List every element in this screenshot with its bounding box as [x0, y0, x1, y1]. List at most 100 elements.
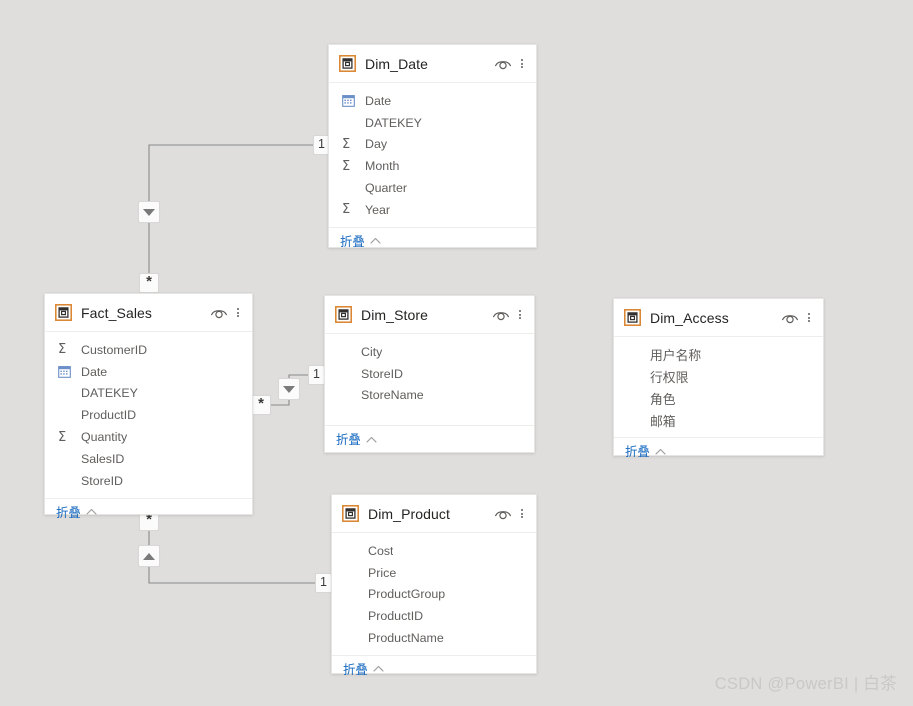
hide-eye-icon[interactable]: [491, 306, 511, 324]
field-label: DATEKEY: [81, 386, 138, 401]
cardinality-many-badge[interactable]: *: [251, 395, 271, 415]
field-label: StoreID: [81, 473, 124, 488]
field-row[interactable]: 行权限: [614, 366, 823, 388]
table-header[interactable]: Dim_Product: [332, 495, 536, 533]
field-row[interactable]: Σ Day: [329, 134, 536, 156]
hide-eye-icon[interactable]: [493, 505, 513, 523]
filter-direction-down-icon[interactable]: [278, 378, 300, 400]
field-row[interactable]: ProductID: [45, 404, 252, 426]
table-header[interactable]: Fact_Sales: [45, 294, 252, 332]
hide-eye-icon: [495, 61, 511, 70]
table-icon: [335, 306, 352, 323]
field-row[interactable]: 邮箱: [614, 409, 823, 431]
field-row[interactable]: Date: [329, 90, 536, 112]
field-row[interactable]: Date: [45, 361, 252, 383]
cardinality-one-badge[interactable]: 1: [315, 573, 332, 593]
filter-direction-down-icon[interactable]: [138, 201, 160, 223]
collapse-label: 折叠: [340, 234, 365, 249]
field-row[interactable]: 用户名称: [614, 344, 823, 366]
field-row[interactable]: ProductID: [332, 605, 536, 627]
collapse-row[interactable]: 折叠: [329, 226, 536, 254]
field-label: StoreID: [361, 366, 404, 381]
sigma-icon: Σ: [342, 202, 351, 218]
collapse-label: 折叠: [336, 433, 361, 447]
sigma-icon: Σ: [342, 158, 351, 174]
table-card-dim-store[interactable]: Dim_Store City StoreID StoreName 折叠: [324, 295, 535, 453]
field-list: Σ CustomerID Date DATEKEY ProductID Σ Qu…: [45, 332, 252, 498]
collapse-label: 折叠: [343, 662, 368, 677]
field-row[interactable]: DATEKEY: [45, 383, 252, 405]
watermark: CSDN @PowerBI | 白茶: [714, 675, 897, 693]
field-label: Date: [81, 364, 108, 379]
table-title: Dim_Store: [361, 306, 429, 323]
field-label: Cost: [368, 543, 394, 558]
calendar-icon: [58, 365, 73, 379]
relationship-line-rel-product-sales[interactable]: [148, 523, 331, 584]
field-row[interactable]: SalesID: [45, 448, 252, 470]
hide-eye-icon[interactable]: [493, 55, 513, 73]
field-label: Quantity: [81, 430, 128, 445]
chevron-up-icon: [366, 436, 377, 443]
field-row[interactable]: ProductGroup: [332, 584, 536, 606]
field-row[interactable]: Σ Quantity: [45, 426, 252, 448]
chevron-up-icon: [370, 238, 381, 244]
table-header[interactable]: Dim_Access: [614, 299, 823, 337]
more-options-icon[interactable]: [513, 306, 527, 324]
collapse-row[interactable]: 折叠: [325, 425, 534, 452]
table-card-dim-access[interactable]: Dim_Access 用户名称 行权限 角色 邮箱 折叠: [613, 298, 824, 459]
table-header[interactable]: Dim_Date: [329, 45, 536, 83]
field-row[interactable]: StoreID: [325, 363, 534, 385]
table-title: Fact_Sales: [81, 304, 153, 321]
cardinality-many-badge[interactable]: *: [139, 273, 159, 293]
table-card-dim-product[interactable]: Dim_Product Cost Price ProductGroup Prod…: [331, 494, 537, 677]
calendar-icon: [342, 94, 357, 108]
field-label: 用户名称: [650, 348, 702, 364]
sigma-icon: Σ: [58, 429, 67, 445]
collapse-row[interactable]: 折叠: [332, 654, 536, 682]
table-title: Dim_Product: [368, 505, 451, 522]
filter-direction-up-icon[interactable]: [138, 545, 160, 567]
more-options-icon[interactable]: [515, 55, 529, 73]
field-list: 用户名称 行权限 角色 邮箱: [614, 337, 823, 437]
table-card-dim-date[interactable]: Dim_Date Date DATEKEY Σ Day Σ Month Quar…: [328, 44, 537, 249]
collapse-label: 折叠: [56, 505, 81, 520]
field-label: Quarter: [365, 181, 408, 196]
field-row[interactable]: Σ CustomerID: [45, 339, 252, 361]
table-icon: [55, 304, 72, 321]
field-row[interactable]: Quarter: [329, 177, 536, 199]
table-icon: [624, 309, 641, 326]
field-row[interactable]: Σ Year: [329, 199, 536, 221]
field-row[interactable]: City: [325, 341, 534, 363]
table-title: Dim_Date: [365, 55, 429, 72]
chevron-up-icon: [655, 448, 666, 455]
field-label: StoreName: [361, 388, 424, 403]
field-label: Year: [365, 202, 391, 217]
field-label: ProductGroup: [368, 587, 446, 602]
more-options-icon[interactable]: [515, 505, 529, 523]
hide-eye-icon[interactable]: [780, 309, 800, 327]
more-options-icon[interactable]: [231, 304, 245, 322]
table-card-fact-sales[interactable]: Fact_Sales Σ CustomerID Date DATEKEY Pro…: [44, 293, 253, 520]
field-row[interactable]: ProductName: [332, 627, 536, 649]
collapse-row[interactable]: 折叠: [614, 437, 823, 464]
field-label: CustomerID: [81, 342, 148, 357]
cardinality-one-badge[interactable]: 1: [308, 365, 325, 385]
collapse-row[interactable]: 折叠: [45, 497, 252, 525]
calendar-icon: [58, 366, 71, 379]
relationship-line-rel-date-sales[interactable]: [148, 144, 328, 285]
hide-eye-icon: [211, 310, 227, 319]
hide-eye-icon[interactable]: [209, 304, 229, 322]
field-row[interactable]: Price: [332, 562, 536, 584]
field-row[interactable]: Cost: [332, 540, 536, 562]
field-row[interactable]: 角色: [614, 388, 823, 410]
field-list: Date DATEKEY Σ Day Σ Month Quarter Σ Yea…: [329, 83, 536, 227]
model-diagram-canvas[interactable]: 1 * 1 * 1 * Dim_Date Date DATEKEY Σ Day …: [0, 0, 913, 706]
more-options-icon[interactable]: [802, 309, 816, 327]
field-label: City: [361, 344, 383, 359]
field-row[interactable]: StoreName: [325, 385, 534, 407]
field-row[interactable]: Σ Month: [329, 155, 536, 177]
field-label: 行权限: [650, 370, 689, 386]
field-row[interactable]: StoreID: [45, 470, 252, 492]
field-row[interactable]: DATEKEY: [329, 112, 536, 134]
table-header[interactable]: Dim_Store: [325, 296, 534, 334]
